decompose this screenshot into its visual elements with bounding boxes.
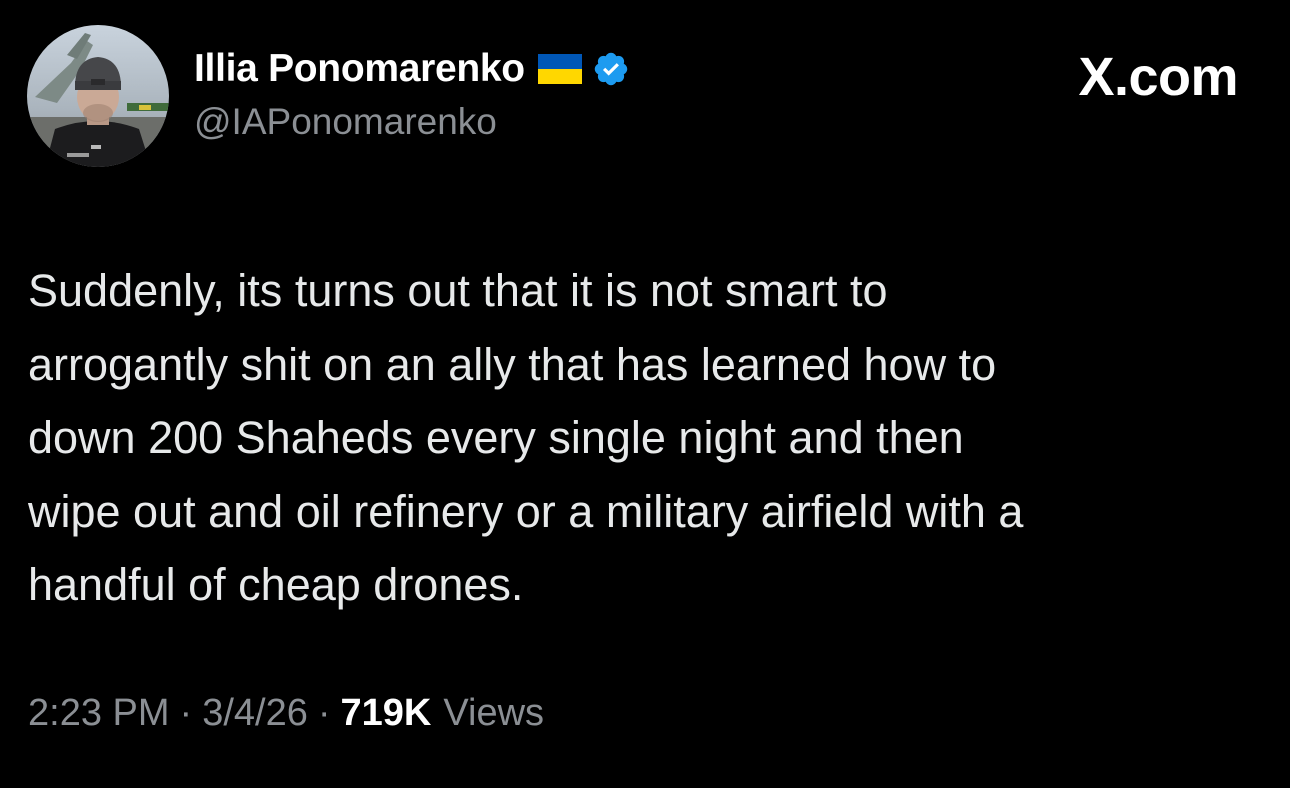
tweet-date[interactable]: 3/4/26 xyxy=(202,692,308,735)
tweet-text-line: arrogantly shit on an ally that has lear… xyxy=(28,338,997,390)
author-handle[interactable]: @IAPonomarenko xyxy=(194,101,630,143)
views-label[interactable]: Views xyxy=(443,692,544,735)
author-identity: Illia Ponomarenko @IAPonomarenko xyxy=(194,44,630,143)
avatar-photo xyxy=(27,25,169,167)
views-count: 719K xyxy=(340,692,432,734)
avatar[interactable] xyxy=(27,25,169,167)
site-label: X.com xyxy=(1078,47,1238,107)
tweet-text: Suddenly, its turns out that it is not s… xyxy=(28,254,1258,622)
name-row: Illia Ponomarenko xyxy=(194,44,630,94)
tweet-meta: 2:23 PM · 3/4/26 · 719K Views xyxy=(28,692,544,735)
tweet-text-line: wipe out and oil refinery or a military … xyxy=(28,485,1024,537)
meta-separator: · xyxy=(179,692,193,734)
meta-separator: · xyxy=(317,692,331,734)
tweet-text-line: handful of cheap drones. xyxy=(28,559,524,610)
ukraine-flag-icon xyxy=(537,54,582,84)
tweet-text-line: down 200 Shaheds every single night and … xyxy=(28,412,964,463)
tweet-time[interactable]: 2:23 PM xyxy=(28,692,170,735)
display-name[interactable]: Illia Ponomarenko xyxy=(194,47,525,91)
tweet-text-line: Suddenly, its turns out that it is not s… xyxy=(28,265,888,316)
verified-badge-icon[interactable] xyxy=(592,50,630,88)
